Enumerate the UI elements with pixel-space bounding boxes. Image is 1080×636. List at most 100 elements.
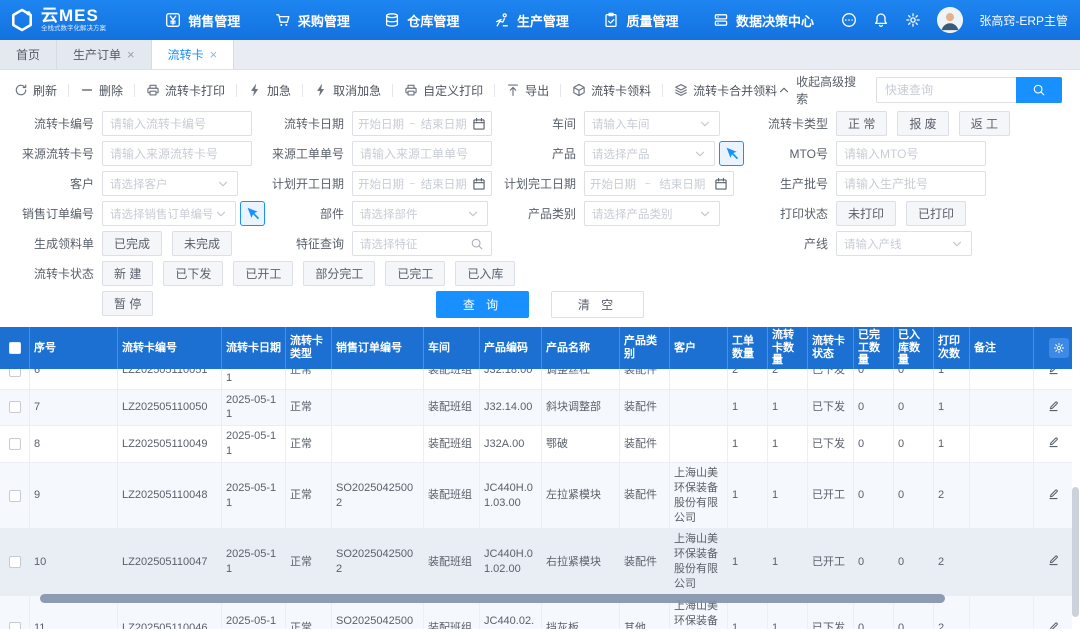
date-range-input[interactable]: 开始日期~结束日期 bbox=[584, 171, 734, 196]
filter-toggle-button[interactable]: 已下发 bbox=[163, 261, 223, 286]
menu-item-data-center[interactable]: 数据决策中心 bbox=[713, 11, 814, 30]
filter-select[interactable]: 请选择产品类别 bbox=[584, 201, 720, 226]
bell-icon[interactable] bbox=[873, 12, 889, 28]
filter-select[interactable]: 请输入产线 bbox=[836, 231, 972, 256]
cancel-expedite-button[interactable]: 取消加急 bbox=[314, 82, 381, 99]
edit-pencil-icon[interactable] bbox=[1047, 620, 1060, 630]
row-checkbox[interactable] bbox=[9, 490, 21, 502]
menu-item-quality[interactable]: 质量管理 bbox=[603, 11, 678, 30]
filter-select[interactable]: 请选择客户 bbox=[102, 171, 238, 196]
row-checkbox[interactable] bbox=[9, 622, 21, 629]
row-checkbox[interactable] bbox=[9, 438, 21, 450]
menu-item-warehouse[interactable]: 仓库管理 bbox=[384, 11, 459, 30]
table-cell: 正常 bbox=[286, 426, 332, 463]
toolbar-separator bbox=[236, 84, 237, 97]
printer-icon bbox=[146, 83, 160, 97]
edit-pencil-icon[interactable] bbox=[1047, 553, 1060, 571]
filter-input[interactable] bbox=[110, 117, 244, 131]
menu-item-production[interactable]: 生产管理 bbox=[494, 11, 569, 30]
filter-input[interactable] bbox=[360, 147, 484, 161]
flow-card-picking-button[interactable]: 流转卡领料 bbox=[572, 82, 651, 99]
feature-search-input[interactable]: 请选择特征 bbox=[352, 231, 492, 256]
quick-search-input[interactable] bbox=[876, 77, 1016, 103]
filter-toggle-button[interactable]: 已完工 bbox=[385, 261, 445, 286]
flow-card-print-button[interactable]: 流转卡打印 bbox=[146, 82, 225, 99]
edit-pencil-icon[interactable] bbox=[1047, 399, 1060, 417]
filter-select[interactable]: 请选择产品 bbox=[584, 141, 715, 166]
table-header-cell: 流转卡编号 bbox=[118, 327, 222, 369]
close-icon[interactable]: × bbox=[210, 48, 218, 61]
filter-toggle-button[interactable]: 已打印 bbox=[906, 201, 966, 226]
tab-production-order[interactable]: 生产订单× bbox=[57, 40, 152, 69]
date-range-input[interactable]: 开始日期~结束日期 bbox=[352, 111, 492, 136]
select-all-checkbox[interactable] bbox=[9, 342, 21, 354]
query-button[interactable]: 查 询 bbox=[436, 291, 529, 318]
column-settings-gear-icon[interactable] bbox=[1049, 338, 1069, 358]
filter-toggle-button[interactable]: 已完成 bbox=[102, 231, 162, 256]
row-checkbox[interactable] bbox=[9, 401, 21, 413]
table-cell: 鄂破 bbox=[542, 426, 620, 463]
filter-label: 计划完工日期 bbox=[492, 175, 584, 192]
filter-toggle-button[interactable]: 返 工 bbox=[959, 111, 1010, 136]
table-cell: J32.18.00 bbox=[480, 369, 542, 390]
filter-toggle-button[interactable]: 未打印 bbox=[836, 201, 896, 226]
filter-input[interactable] bbox=[844, 147, 978, 161]
range-separator: ~ bbox=[409, 178, 415, 190]
more-circle-icon[interactable] bbox=[841, 12, 857, 28]
expedite-button[interactable]: 加急 bbox=[248, 82, 291, 99]
filter-toggle-button[interactable]: 已开工 bbox=[233, 261, 293, 286]
tab-flow-card[interactable]: 流转卡× bbox=[152, 40, 235, 69]
filter-toggle-button[interactable]: 新 建 bbox=[102, 261, 153, 286]
filter-select[interactable]: 请选择销售订单编号 bbox=[102, 201, 236, 226]
table-cell bbox=[670, 369, 728, 390]
open-picker-button[interactable] bbox=[719, 141, 744, 166]
table-row: 7LZ2025051100502025-05-11正常装配班组J32.14.00… bbox=[0, 390, 1072, 427]
filter-select[interactable]: 请选择部件 bbox=[352, 201, 488, 226]
table-cell: 2025-05-11 bbox=[222, 426, 286, 463]
gear-icon[interactable] bbox=[905, 12, 921, 28]
export-button[interactable]: 导出 bbox=[506, 82, 549, 99]
delete-button[interactable]: 删除 bbox=[80, 82, 123, 99]
menu-item-sales[interactable]: 销售管理 bbox=[165, 11, 240, 30]
horizontal-scrollbar[interactable] bbox=[40, 594, 945, 603]
filter-toggle-button[interactable]: 已入库 bbox=[455, 261, 515, 286]
filter-field: 流转卡状态新 建已下发已开工部分完工已完工已入库 bbox=[10, 261, 744, 286]
edit-pencil-icon[interactable] bbox=[1047, 369, 1060, 380]
tab-home[interactable]: 首页 bbox=[0, 40, 57, 69]
edit-pencil-icon[interactable] bbox=[1047, 435, 1060, 453]
filter-toggle-button[interactable]: 部分完工 bbox=[303, 261, 375, 286]
table-header-cell: 车间 bbox=[424, 327, 480, 369]
close-icon[interactable]: × bbox=[127, 48, 135, 61]
filter-toggle-button[interactable]: 未完成 bbox=[172, 231, 232, 256]
flow-card-merge-picking-button[interactable]: 流转卡合并领料 bbox=[674, 82, 777, 99]
filter-label: 客户 bbox=[10, 175, 102, 192]
filter-field: 流转卡日期开始日期~结束日期 bbox=[260, 111, 492, 136]
table-header-cell: 产品名称 bbox=[542, 327, 620, 369]
custom-print-button[interactable]: 自定义打印 bbox=[404, 82, 483, 99]
table-cell: J32A.00 bbox=[480, 426, 542, 463]
refresh-button[interactable]: 刷新 bbox=[14, 82, 57, 99]
filter-field bbox=[492, 231, 744, 256]
filter-toggle-button[interactable]: 正 常 bbox=[836, 111, 887, 136]
box-icon bbox=[572, 83, 586, 97]
date-range-input[interactable]: 开始日期~结束日期 bbox=[352, 171, 492, 196]
avatar[interactable] bbox=[937, 7, 963, 33]
row-checkbox[interactable] bbox=[9, 369, 21, 377]
collapse-advanced-search[interactable]: 收起高级搜索 bbox=[777, 73, 862, 107]
edit-pencil-icon[interactable] bbox=[1047, 487, 1060, 505]
vertical-scrollbar[interactable] bbox=[1072, 487, 1079, 617]
clear-button[interactable]: 清 空 bbox=[551, 291, 644, 318]
row-edit-cell bbox=[1034, 463, 1072, 529]
filter-toggle-button[interactable]: 报 废 bbox=[897, 111, 948, 136]
row-checkbox[interactable] bbox=[9, 556, 21, 568]
row-checkbox-cell bbox=[0, 529, 30, 595]
filter-input[interactable] bbox=[110, 147, 244, 161]
table-header-cell: 产品编码 bbox=[480, 327, 542, 369]
menu-item-purchase[interactable]: 采购管理 bbox=[275, 11, 350, 30]
filter-select[interactable]: 请输入车间 bbox=[584, 111, 720, 136]
filter-input[interactable] bbox=[844, 177, 978, 191]
select-placeholder: 请选择销售订单编号 bbox=[110, 206, 214, 222]
filter-text-input bbox=[836, 171, 986, 196]
toolbar-right: 收起高级搜索 bbox=[777, 73, 1062, 107]
search-button[interactable] bbox=[1016, 77, 1062, 103]
